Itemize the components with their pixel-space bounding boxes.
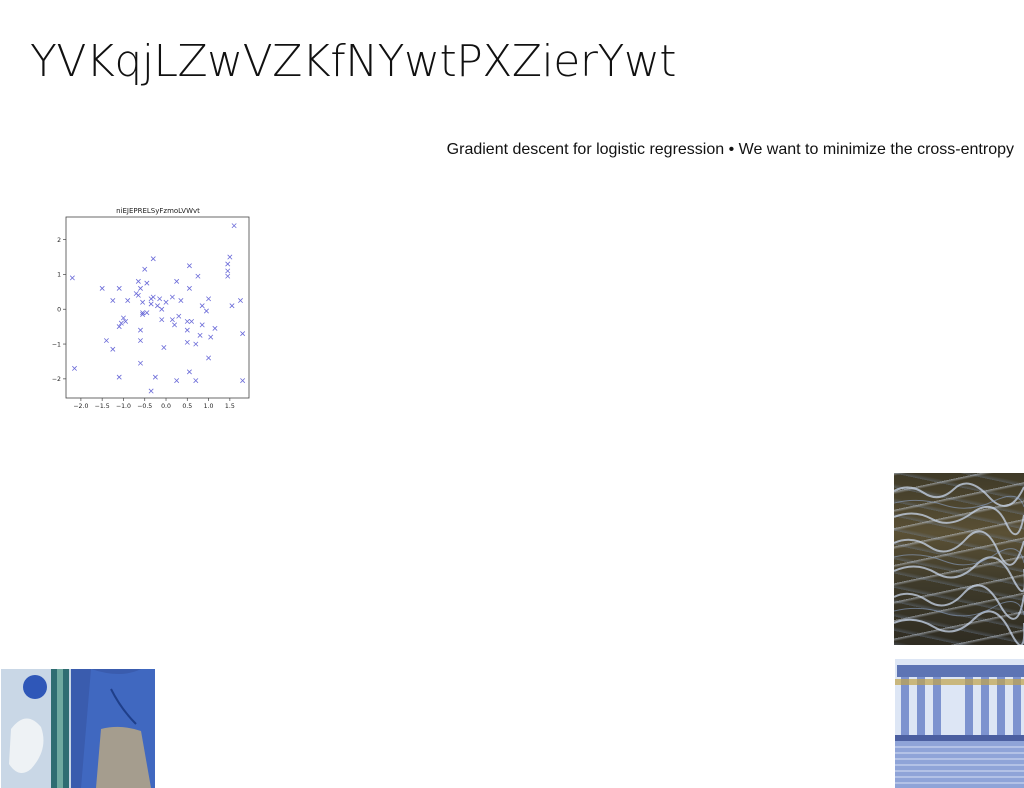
y-axis-ticks: 2 1 0 −1 −2 [52,237,66,383]
x-tick-label: 1.0 [204,403,214,410]
y-tick-label: −1 [52,341,61,348]
x-tick-label: 1.5 [225,403,235,410]
y-tick-label: 2 [57,237,61,244]
texture-image [894,473,1024,645]
plot-frame [65,216,250,399]
scatter-plot-svg: niEJEPRELSyFzmoLVWvt 2 1 0 −1 −2 −2.0 −1.5 −1.… [52,207,250,410]
y-tick-label: −2 [52,376,61,383]
y-tick-label: 0 [57,307,61,314]
temple-image [895,659,1024,788]
portrait-image-art [1,669,155,788]
x-tick-label: 0.5 [182,403,192,410]
x-tick-label: 0.0 [161,403,171,410]
slide-subtitle: Gradient descent for logistic regression… [446,141,1014,158]
x-tick-label: −1.0 [116,403,131,410]
x-axis-ticks: −2.0 −1.5 −1.0 −0.5 0.0 0.5 1.0 1.5 [73,398,235,410]
temple-image-art [895,659,1024,788]
slide-title: YVKqjLZwVZKfNYwtPXZierYwt [30,36,677,87]
x-tick-label: −0.5 [137,403,152,410]
texture-image-art [894,482,1024,645]
y-tick-label: 1 [57,272,61,279]
scatter-plot: niEJEPRELSyFzmoLVWvt 2 1 0 −1 −2 −2.0 −1.5 −1.… [52,202,257,414]
chart-title: niEJEPRELSyFzmoLVWvt [116,207,200,215]
x-tick-label: −1.5 [95,403,110,410]
x-tick-label: −2.0 [73,403,88,410]
portrait-image [1,669,155,788]
